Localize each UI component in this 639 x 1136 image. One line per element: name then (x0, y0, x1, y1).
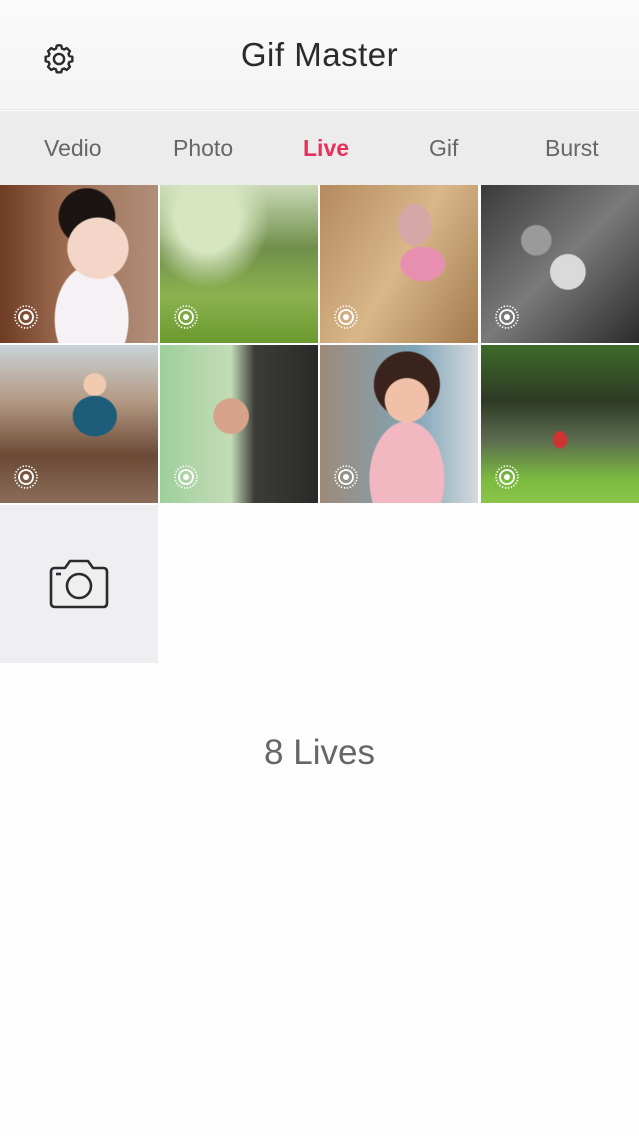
navigation-bar: Gif Master (0, 0, 639, 110)
tab-burst[interactable]: Burst (545, 135, 599, 162)
live-photo-icon (495, 465, 519, 489)
live-photo-icon (174, 465, 198, 489)
media-type-tabs: Vedio Photo Live Gif Burst (0, 111, 639, 185)
live-photo-thumbnail[interactable] (0, 185, 158, 343)
live-photo-icon (174, 305, 198, 329)
live-photo-icon (14, 305, 38, 329)
live-photo-thumbnail[interactable] (320, 185, 478, 343)
camera-button[interactable] (0, 505, 158, 663)
live-photo-thumbnail[interactable] (160, 185, 318, 343)
live-photo-thumbnail[interactable] (481, 345, 639, 503)
app-screen: Gif Master Vedio Photo Live Gif Burst 8 … (0, 0, 639, 1136)
live-photo-icon (495, 305, 519, 329)
live-count-label: 8 Lives (264, 733, 375, 772)
camera-icon (49, 559, 109, 609)
live-photo-icon (14, 465, 38, 489)
live-photo-thumbnail[interactable] (320, 345, 478, 503)
app-title: Gif Master (240, 36, 399, 73)
live-photo-icon (334, 305, 358, 329)
tab-gif[interactable]: Gif (429, 135, 458, 162)
live-photo-icon (334, 465, 358, 489)
live-photo-thumbnail[interactable] (160, 345, 318, 503)
live-photo-thumbnail[interactable] (0, 345, 158, 503)
tab-live[interactable]: Live (303, 135, 349, 162)
tab-vedio[interactable]: Vedio (44, 135, 102, 162)
tab-photo[interactable]: Photo (173, 135, 233, 162)
live-photo-thumbnail[interactable] (481, 185, 639, 343)
